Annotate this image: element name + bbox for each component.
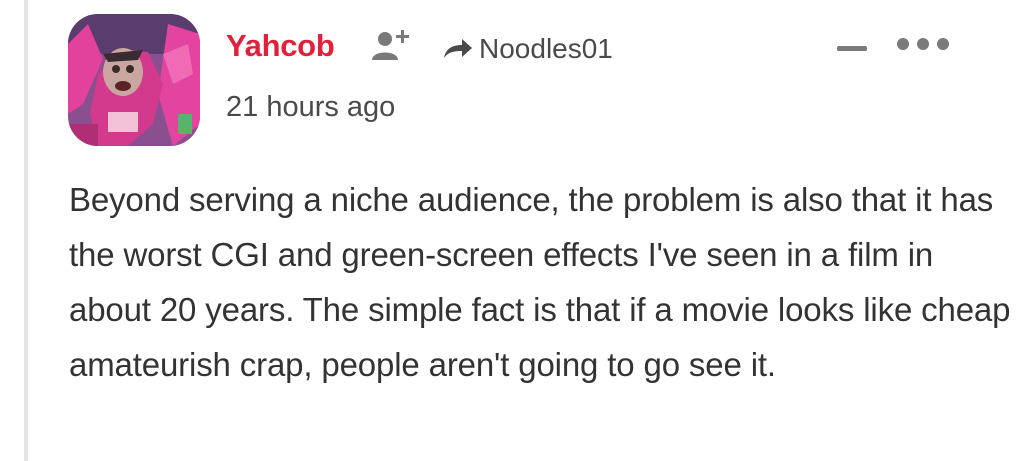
- collapse-icon[interactable]: [837, 40, 867, 51]
- thread-line: [0, 0, 28, 461]
- reply-arrow-icon: [442, 36, 474, 62]
- follow-user-icon[interactable]: [371, 26, 415, 66]
- avatar[interactable]: [68, 14, 200, 146]
- comment-body: Beyond serving a niche audience, the pro…: [69, 181, 1011, 383]
- reply-to-username[interactable]: Noodles01: [479, 33, 613, 65]
- more-options-icon[interactable]: [896, 37, 950, 51]
- author-username[interactable]: Yahcob: [226, 28, 335, 64]
- comment-timestamp: 21 hours ago: [226, 91, 396, 123]
- avatar-image: [68, 14, 200, 146]
